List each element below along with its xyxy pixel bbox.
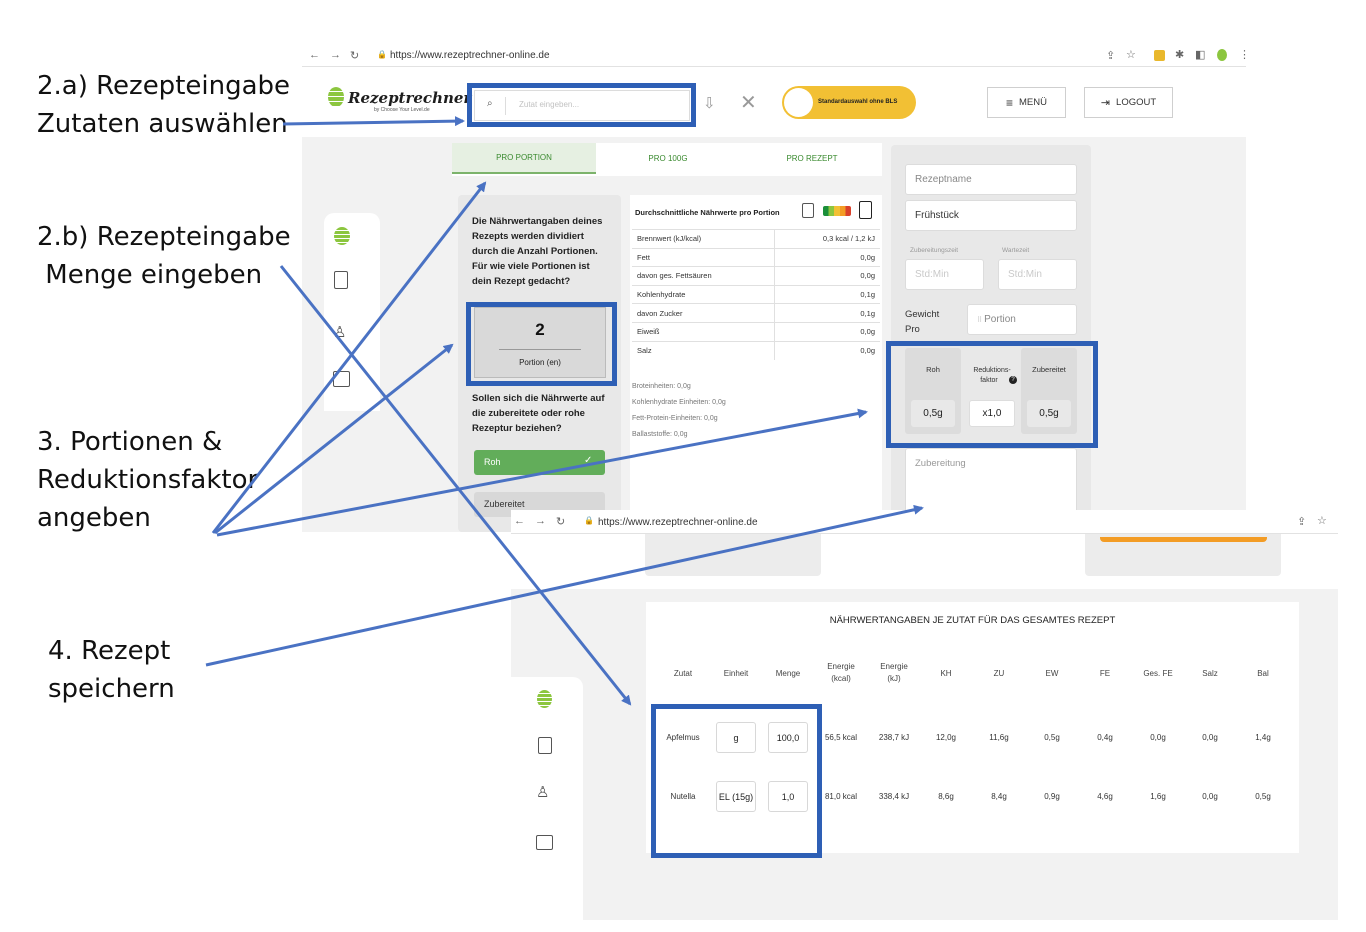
arrow-step-3-portions (214, 343, 454, 535)
arrow-step-3-tab (211, 181, 487, 534)
arrow-step-2a (282, 116, 465, 127)
arrow-step-3-reduction (216, 408, 868, 537)
annotation-arrows (205, 116, 924, 706)
arrow-step-4 (205, 504, 924, 667)
